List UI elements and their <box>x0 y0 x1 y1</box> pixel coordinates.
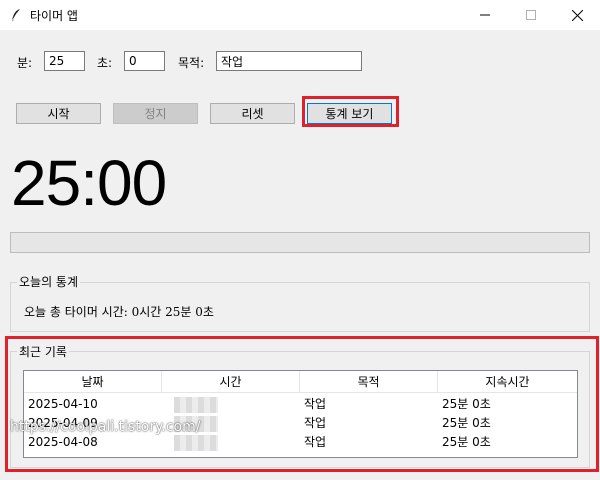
minimize-button[interactable] <box>462 0 508 30</box>
close-button[interactable] <box>554 0 600 30</box>
today-stats-text: 오늘 총 타이머 시간: 0시간 25분 0초 <box>24 305 214 319</box>
watermark-text: https://coolpali.tistory.com/ <box>10 419 201 435</box>
maximize-icon <box>526 10 536 20</box>
start-button[interactable]: 시작 <box>16 103 101 124</box>
seconds-input[interactable] <box>124 51 165 71</box>
seconds-label: 초: <box>97 56 113 70</box>
progress-bar <box>10 232 590 253</box>
reset-button[interactable]: 리셋 <box>210 103 295 124</box>
minutes-input[interactable] <box>44 51 85 71</box>
today-stats-title: 오늘의 통계 <box>17 273 81 290</box>
minimize-icon <box>480 14 490 16</box>
window-title: 타이머 앱 <box>30 9 78 23</box>
recent-records-highlight <box>5 336 599 472</box>
stats-button-highlight <box>302 96 399 127</box>
stop-button[interactable]: 정지 <box>113 103 198 124</box>
minutes-label: 분: <box>17 56 33 70</box>
maximize-button[interactable] <box>508 0 554 30</box>
title-bar: 타이머 앱 <box>0 0 600 30</box>
timer-display: 25:00 <box>11 147 167 219</box>
close-icon <box>571 9 583 21</box>
purpose-input[interactable] <box>216 51 362 71</box>
purpose-label: 목적: <box>178 56 205 70</box>
feather-icon <box>11 9 20 22</box>
